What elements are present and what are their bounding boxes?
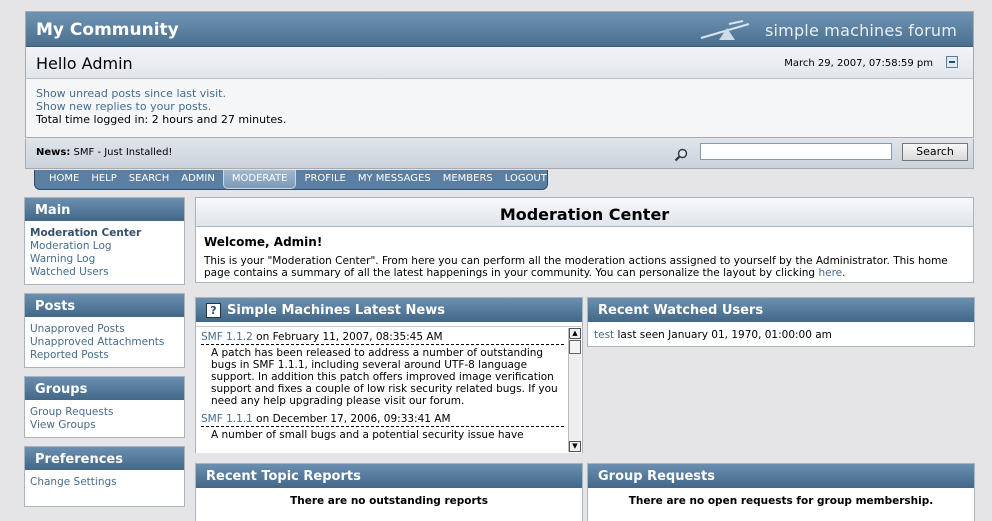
menu-home[interactable]: HOME [43,170,85,189]
menu-moderate[interactable]: MODERATE [222,170,297,189]
page-title: Moderation Center [195,197,974,227]
sidebar-item-unapproved-attachments[interactable]: Unapproved Attachments [30,336,179,349]
welcome-box: Welcome, Admin! This is your "Moderation… [195,227,974,283]
menu-search[interactable]: SEARCH [123,170,175,189]
news-text: News: SMF - Just Installed! [36,147,173,158]
sidebar-section-preferences: Preferences Change Settings [24,446,185,507]
sidebar-item-view-groups[interactable]: View Groups [30,419,179,432]
section-title: Main [25,198,184,221]
sidebar-item-group-requests[interactable]: Group Requests [30,406,179,419]
forum-header: My Community simple machines forum Hello… [25,11,974,138]
group-requests-panel: Group Requests There are no open request… [587,463,975,521]
menu-logout[interactable]: LOGOUT [499,170,553,189]
watched-user-link[interactable]: test [594,329,614,341]
sidebar-item-watched-users[interactable]: Watched Users [30,266,179,279]
current-datetime: March 29, 2007, 07:58:59 pm [784,58,933,69]
new-replies-link[interactable]: Show new replies to your posts. [36,100,211,113]
empty-message: There are no open requests for group mem… [628,495,934,507]
username: Admin [81,54,133,73]
title-bar: My Community simple machines forum [26,12,973,47]
section-title: Posts [25,294,184,317]
menu-admin[interactable]: ADMIN [175,170,221,189]
time-logged-in: Total time logged in: 2 hours and 27 min… [36,113,287,126]
sidebar-item-warning-log[interactable]: Warning Log [30,253,179,266]
search-input[interactable] [700,143,892,160]
news-scrollbar[interactable]: ▲ ▼ [568,328,581,452]
forum-logo: simple machines forum [764,21,957,40]
sidebar-item-moderation-log[interactable]: Moderation Log [30,240,179,253]
panel-header: Recent Topic Reports [196,464,582,488]
scroll-thumb[interactable] [569,340,581,354]
search-icon [674,148,688,162]
news-item-title: SMF 1.1.2 on February 11, 2007, 08:35:45… [201,331,564,345]
sidebar-item-change-settings[interactable]: Change Settings [30,476,179,489]
moderation-sidebar: Main Moderation Center Moderation Log Wa… [24,197,185,515]
help-icon[interactable]: ? [206,303,221,318]
news-link[interactable]: SMF 1.1.1 [201,413,253,425]
welcome-text: This is your "Moderation Center". From h… [204,255,948,279]
news-item-title: SMF 1.1.1 on December 17, 2006, 09:33:41… [201,413,564,427]
watched-users-panel: Recent Watched Users test last seen Janu… [587,297,975,347]
collapse-header-icon[interactable] [946,56,958,68]
scroll-down-icon[interactable]: ▼ [569,441,581,452]
sidebar-section-groups: Groups Group Requests View Groups [24,376,185,438]
news-scroll-area[interactable]: SMF 1.1.2 on February 11, 2007, 08:35:45… [196,326,582,453]
sidebar-item-reported-posts[interactable]: Reported Posts [30,349,179,362]
personalize-link[interactable]: here [818,267,842,279]
sidebar-section-posts: Posts Unapproved Posts Unapproved Attach… [24,293,185,368]
watched-user-row: test last seen January 01, 1970, 01:00:0… [594,329,832,341]
latest-news-panel: ? Simple Machines Latest News SMF 1.1.2 o… [195,297,583,453]
welcome-title: Welcome, Admin! [204,235,323,249]
menu-help[interactable]: HELP [85,170,122,189]
section-title: Groups [25,377,184,400]
menu-profile[interactable]: PROFILE [298,170,351,189]
panel-header: Group Requests [588,464,974,488]
empty-message: There are no outstanding reports [290,495,488,507]
forum-title[interactable]: My Community [36,20,179,40]
sidebar-item-moderation-center[interactable]: Moderation Center [30,227,179,240]
menu-members[interactable]: MEMBERS [437,170,499,189]
smf-logo-icon [700,20,750,40]
news-item-body: A patch has been released to address a n… [211,347,558,407]
panel-header: ? Simple Machines Latest News [196,298,582,322]
section-title: Preferences [25,447,184,470]
scroll-up-icon[interactable]: ▲ [569,328,581,339]
news-bar: News: SMF - Just Installed! Search [25,139,974,169]
news-link[interactable]: SMF 1.1.2 [201,331,253,343]
greeting: Hello Admin [36,54,133,73]
topic-reports-panel: Recent Topic Reports There are no outsta… [195,463,583,521]
sidebar-section-main: Main Moderation Center Moderation Log Wa… [24,197,185,285]
main-content: Moderation Center Welcome, Admin! This i… [195,197,974,283]
main-menu: HOME HELP SEARCH ADMIN MODERATE PROFILE … [34,170,548,190]
news-item-body: A number of small bugs and a potential s… [211,429,524,441]
sidebar-item-unapproved-posts[interactable]: Unapproved Posts [30,323,179,336]
user-bar: Hello Admin March 29, 2007, 07:58:59 pm [26,47,973,79]
search-button[interactable]: Search [902,143,968,161]
unread-posts-link[interactable]: Show unread posts since last visit. [36,87,226,100]
menu-my-messages[interactable]: MY MESSAGES [352,170,437,189]
user-info: Show unread posts since last visit. Show… [26,79,973,137]
panel-header: Recent Watched Users [588,298,974,322]
